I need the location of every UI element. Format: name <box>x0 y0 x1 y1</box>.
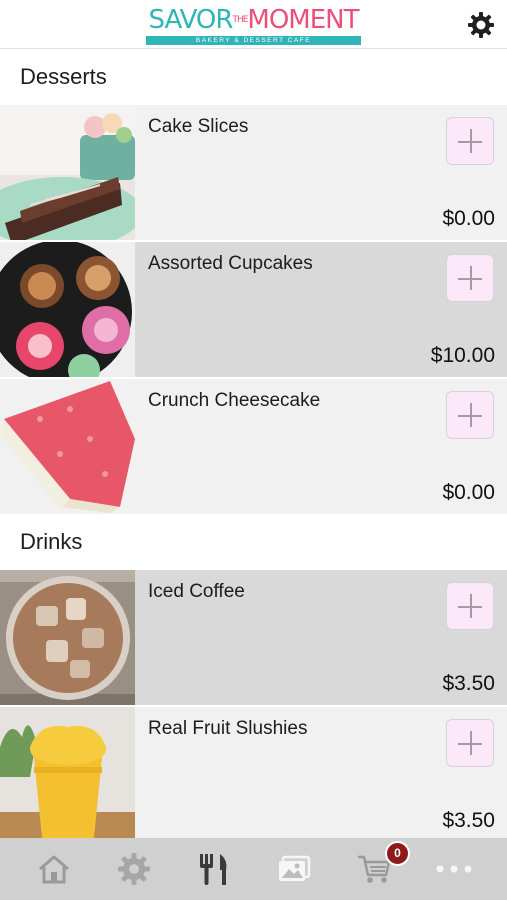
item-image-iced-coffee <box>0 570 135 705</box>
settings-button[interactable] <box>468 12 494 38</box>
item-name: Iced Coffee <box>148 581 245 602</box>
photos-icon <box>279 855 311 881</box>
tab-more[interactable] <box>412 838 496 900</box>
add-button[interactable] <box>446 582 494 630</box>
home-icon <box>39 855 69 884</box>
tab-gallery[interactable] <box>252 838 336 900</box>
add-button[interactable] <box>446 391 494 439</box>
menu-item-row[interactable]: Cake Slices $0.00 <box>0 105 507 240</box>
item-price: $0.00 <box>442 207 495 230</box>
item-image-assorted-cupcakes <box>0 242 135 377</box>
menu-item-row[interactable]: Real Fruit Slushies $3.50 <box>0 707 507 842</box>
more-icon <box>436 865 472 873</box>
cart-count-badge: 0 <box>385 841 410 866</box>
gear-icon <box>468 12 494 38</box>
add-button[interactable] <box>446 719 494 767</box>
menu-item-row[interactable]: Iced Coffee $3.50 <box>0 570 507 705</box>
tab-menu[interactable] <box>172 838 256 900</box>
app-header: SAVORTHEMOMENT BAKERY & DESSERT CAFE <box>0 0 507 49</box>
menu-item-row[interactable]: Assorted Cupcakes $10.00 <box>0 242 507 377</box>
item-price: $3.50 <box>442 672 495 695</box>
logo-wordmark: SAVORTHEMOMENT <box>148 5 359 35</box>
bottom-tab-bar <box>0 838 507 900</box>
item-image-crunch-cheesecake <box>0 379 135 514</box>
item-name: Cake Slices <box>148 116 249 137</box>
logo-tagline: BAKERY & DESSERT CAFE <box>146 36 361 45</box>
item-name: Crunch Cheesecake <box>148 390 321 411</box>
item-image-real-fruit-slushies <box>0 707 135 842</box>
item-image-cake-slices <box>0 105 135 240</box>
tab-settings[interactable] <box>92 838 176 900</box>
menu-item-row[interactable]: Crunch Cheesecake $0.00 <box>0 379 507 514</box>
brand-logo: SAVORTHEMOMENT BAKERY & DESSERT CAFE <box>146 5 361 45</box>
item-price: $10.00 <box>430 344 495 367</box>
gear-icon <box>118 853 150 885</box>
item-name: Real Fruit Slushies <box>148 718 308 739</box>
tab-home[interactable] <box>12 838 96 900</box>
add-button[interactable] <box>446 117 494 165</box>
section-title-desserts: Desserts <box>0 49 507 105</box>
item-price: $0.00 <box>442 481 495 504</box>
fork-knife-icon <box>200 854 227 885</box>
item-price: $3.50 <box>442 809 495 832</box>
section-title-drinks: Drinks <box>0 514 507 570</box>
item-name: Assorted Cupcakes <box>148 253 313 274</box>
add-button[interactable] <box>446 254 494 302</box>
